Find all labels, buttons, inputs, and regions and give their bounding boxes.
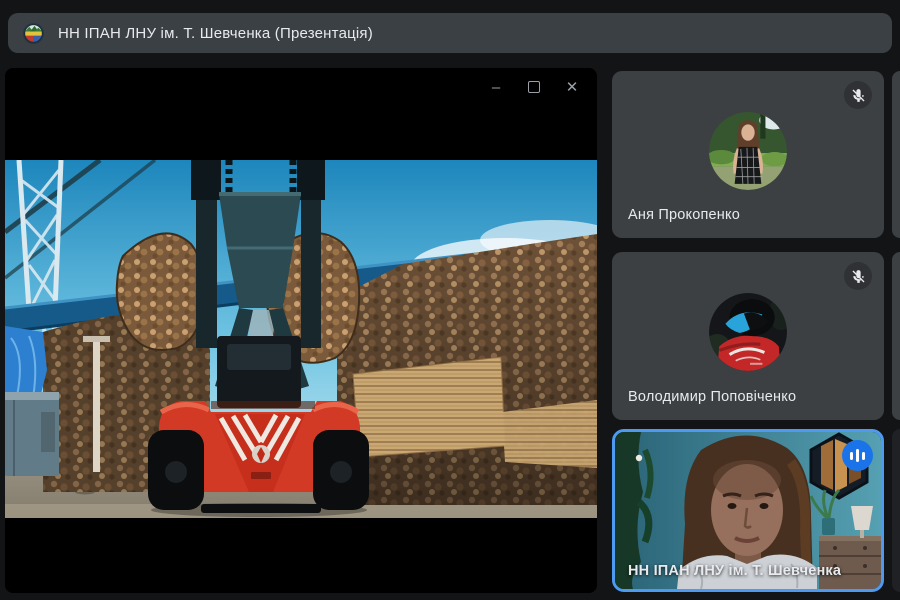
mic-off-icon	[844, 81, 872, 109]
meeting-title: НН ІПАН ЛНУ ім. Т. Шевченка (Презентація…	[58, 25, 373, 42]
shared-screen-stage[interactable]: – ✕	[5, 68, 597, 593]
participant-tile[interactable]: Аня Прокопенко	[612, 71, 884, 238]
equipment-cabinet	[5, 392, 59, 476]
partial-tile	[892, 252, 900, 420]
shared-screen-video[interactable]	[5, 160, 597, 518]
university-emblem-icon	[22, 22, 45, 45]
participant-tile-active-speaker[interactable]: НН ІПАН ЛНУ ім. Т. Шевченка	[612, 429, 884, 592]
close-button[interactable]: ✕	[553, 73, 591, 101]
participant-tile[interactable]: Володимир Поповіченко	[612, 252, 884, 420]
mic-off-icon	[844, 262, 872, 290]
maximize-button[interactable]	[515, 73, 553, 101]
maximize-icon	[528, 81, 540, 93]
avatar	[709, 293, 787, 371]
participant-name: НН ІПАН ЛНУ ім. Т. Шевченка	[628, 563, 841, 579]
avatar	[709, 112, 787, 190]
participant-name: Володимир Поповіченко	[628, 389, 796, 405]
video-window-controls: – ✕	[477, 73, 591, 101]
partial-tile	[892, 71, 900, 238]
speaking-indicator-icon	[842, 440, 873, 471]
minimize-button[interactable]: –	[477, 73, 515, 101]
meeting-title-bar: НН ІПАН ЛНУ ім. Т. Шевченка (Презентація…	[8, 13, 892, 53]
participant-name: Аня Прокопенко	[628, 207, 740, 223]
log-bundle-left	[117, 233, 204, 350]
partial-tile	[892, 429, 900, 592]
